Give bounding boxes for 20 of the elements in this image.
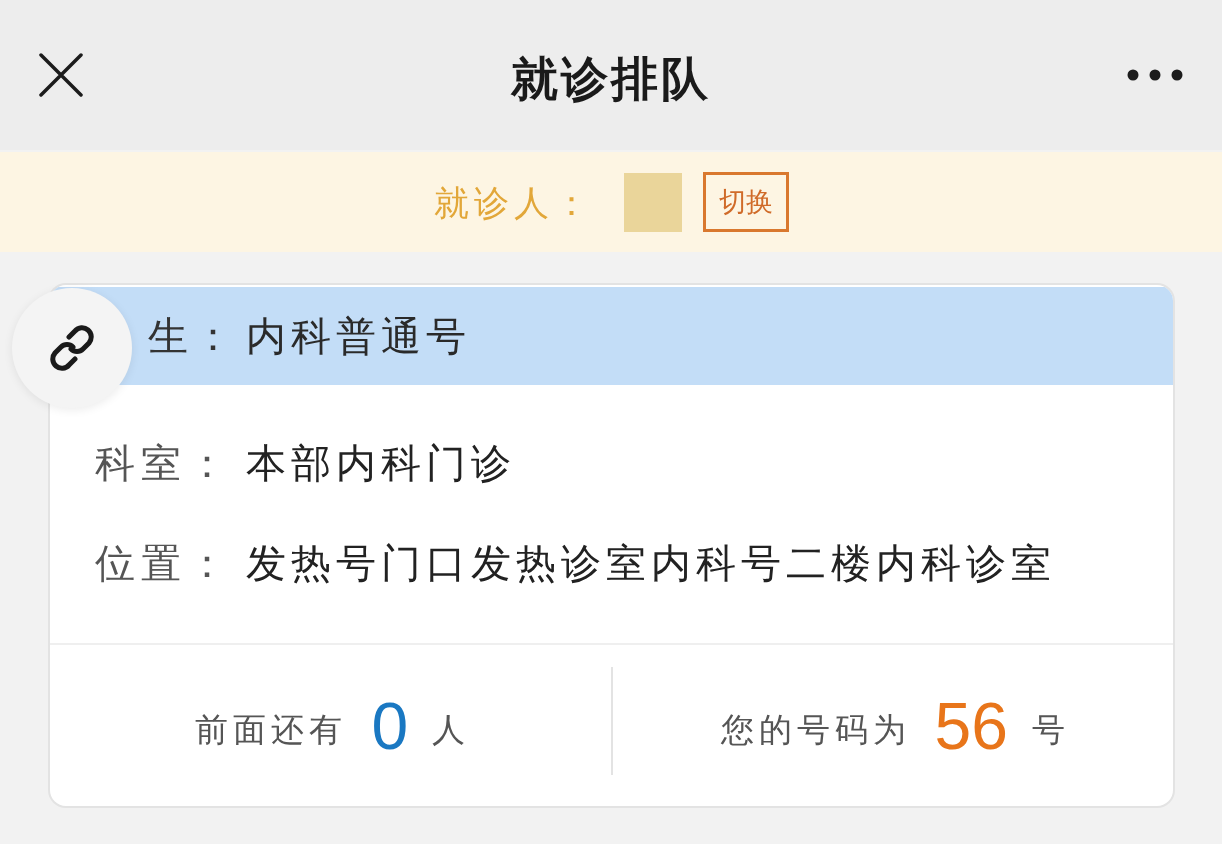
field-label: 科室： [95,443,234,483]
close-icon [39,53,83,97]
more-icon [1127,69,1183,81]
stat-number: 56 [934,692,1008,759]
field-value: 发热号门口发热诊室内科号二楼内科诊室 [246,543,1056,583]
field-label: 位置： [95,543,234,583]
switch-button[interactable]: 切换 [702,172,789,232]
stat-unit: 号 [1031,713,1065,746]
link-icon [49,325,95,371]
close-button[interactable] [38,52,84,98]
stat-label: 您的号码为 [720,713,911,746]
redacted-name-icon [623,172,682,232]
field-value: 本部内科门诊 [246,443,516,483]
page-title: 就诊排队 [511,54,711,102]
patient-label: 就诊人： [433,184,594,220]
stat-unit: 人 [432,713,466,746]
field-value: 内科普通号 [246,316,471,356]
stat-label: 前面还有 [195,713,348,746]
field-label: 生： [148,316,239,356]
stat-number: 0 [371,692,409,759]
